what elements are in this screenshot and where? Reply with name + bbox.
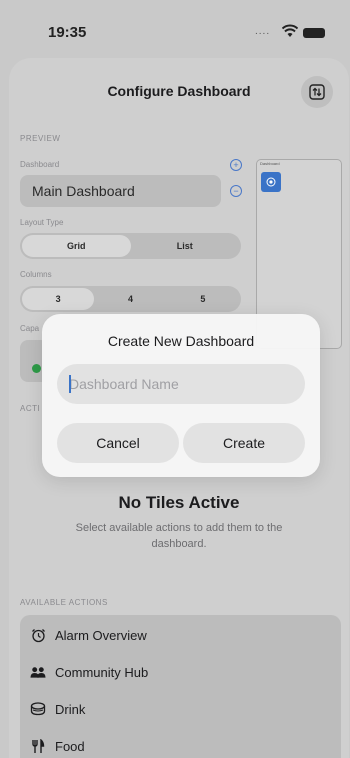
dashboard-picker[interactable]: Main Dashboard [20, 175, 221, 207]
dashboard-label: Dashboard [20, 160, 60, 169]
action-item-community-hub[interactable]: Community Hub [30, 658, 148, 686]
layout-option-grid[interactable]: Grid [22, 235, 131, 257]
create-dashboard-dialog: Create New Dashboard Cancel Create [42, 314, 320, 477]
create-button[interactable]: Create [183, 423, 305, 463]
columns-option-3[interactable]: 3 [22, 288, 95, 310]
columns-segmented-control: 3 4 5 [20, 286, 241, 312]
alarm-clock-icon [30, 627, 46, 643]
status-time: 19:35 [48, 24, 87, 41]
action-label: Community Hub [55, 664, 149, 680]
action-item-alarm-overview[interactable]: Alarm Overview [30, 621, 147, 649]
active-section-label: ACTI [20, 404, 41, 413]
status-dot-icon [32, 364, 41, 373]
sheet-title: Configure Dashboard [107, 83, 251, 99]
action-label: Drink [55, 701, 86, 717]
swap-button[interactable] [301, 76, 333, 108]
status-bar: 19:35 .... [0, 0, 350, 58]
add-dashboard-icon[interactable]: + [230, 159, 242, 171]
dashboard-name-input[interactable] [57, 364, 305, 404]
layout-type-segmented-control: Grid List [20, 233, 241, 259]
text-cursor [69, 375, 71, 393]
preview-tile [261, 172, 281, 192]
columns-option-4[interactable]: 4 [94, 288, 166, 310]
action-item-drink[interactable]: Drink [30, 695, 85, 723]
preview-card-title: Dashboard [260, 161, 280, 166]
columns-option-5[interactable]: 5 [167, 288, 239, 310]
available-actions-list: Alarm Overview Community Hub Drink Food [20, 615, 341, 758]
action-label: Food [55, 738, 85, 754]
columns-label: Columns [20, 270, 52, 279]
arrow-up-down-square-icon [309, 84, 325, 100]
cancel-button[interactable]: Cancel [57, 423, 179, 463]
dialog-title: Create New Dashboard [107, 333, 255, 349]
preview-section-label: PREVIEW [20, 134, 61, 143]
action-item-food[interactable]: Food [30, 732, 85, 758]
drink-cup-icon [30, 701, 46, 717]
battery-icon [303, 28, 325, 38]
tile-target-icon [266, 177, 276, 187]
layout-option-list[interactable]: List [131, 235, 240, 257]
capacity-indicator [20, 340, 44, 382]
cellular-signal-icon: .... [255, 26, 271, 37]
empty-state-subtitle: Select available actions to add them to … [75, 522, 283, 550]
empty-state-title: No Tiles Active [118, 493, 240, 512]
wifi-icon [282, 24, 298, 37]
layout-type-label: Layout Type [20, 218, 64, 227]
available-actions-label: AVAILABLE ACTIONS [20, 598, 108, 607]
remove-dashboard-icon[interactable]: − [230, 185, 242, 197]
people-icon [30, 664, 46, 680]
action-label: Alarm Overview [55, 627, 147, 643]
capacity-label: Capa [20, 324, 40, 333]
fork-knife-icon [30, 738, 46, 754]
